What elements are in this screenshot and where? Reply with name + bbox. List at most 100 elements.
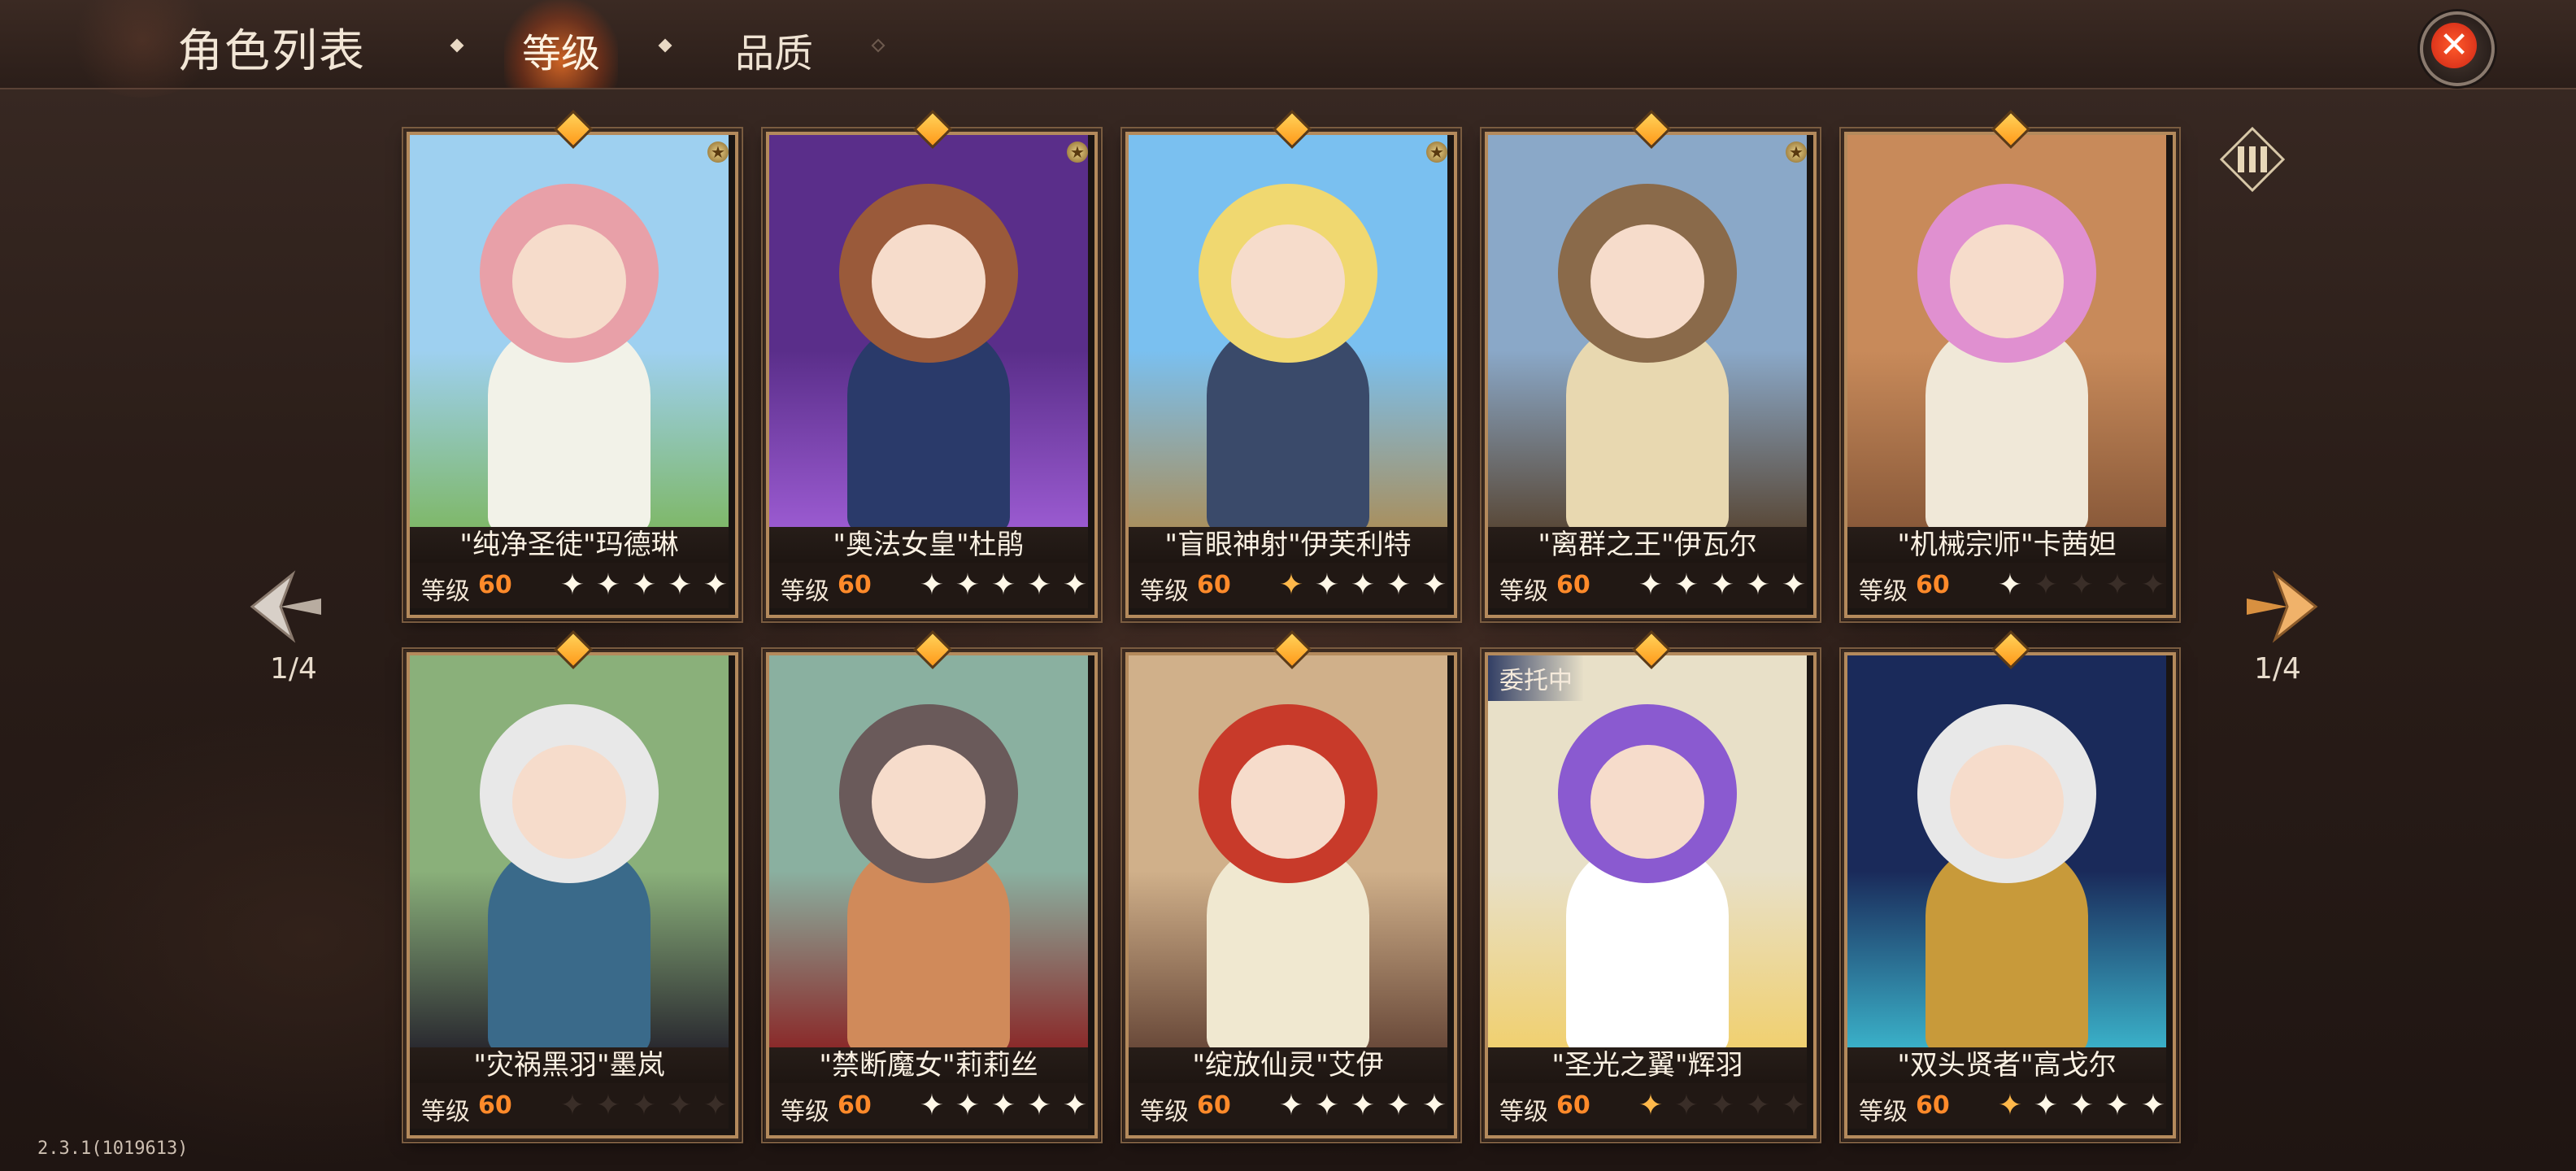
star-icon: ✦	[2140, 568, 2166, 602]
level-info-bar: 等级 60 ✦ ✦ ✦ ✦ ✦	[1129, 563, 1447, 608]
star-icon: ✦	[2140, 1089, 2166, 1122]
favorite-star-icon: ★	[1426, 141, 1447, 163]
character-face	[1231, 745, 1345, 859]
level-info-bar: 等级 60 ✦ ✦ ✦ ✦ ✦	[410, 563, 729, 608]
star-icon: ✦	[990, 1089, 1016, 1122]
prev-page-arrow-icon[interactable]	[244, 566, 325, 647]
character-card[interactable]: "绽放仙灵"艾伊 等级 60 ✦ ✦ ✦ ✦ ✦	[1120, 629, 1462, 1143]
page-indicator-right: 1/4	[2254, 652, 2301, 686]
star-icon: ✦	[631, 1089, 657, 1122]
star-icon: ✦	[1278, 568, 1304, 602]
star-icon: ✦	[631, 568, 657, 602]
level-info-bar: 等级 60 ✦ ✦ ✦ ✦ ✦	[410, 1083, 729, 1129]
level-value: 60	[1916, 1091, 1950, 1120]
star-icon: ✦	[919, 568, 945, 602]
star-icon: ✦	[1781, 568, 1807, 602]
star-icon: ✦	[1350, 568, 1376, 602]
star-icon: ✦	[1314, 1089, 1340, 1122]
star-rating: ✦ ✦ ✦ ✦ ✦	[1636, 569, 1808, 602]
star-icon: ✦	[1709, 568, 1735, 602]
star-icon: ✦	[1673, 1089, 1699, 1122]
character-card[interactable]: ★ "离群之王"伊瓦尔 等级 60 ✦ ✦ ✦ ✦ ✦	[1480, 109, 1821, 623]
character-name: "圣光之翼"辉羽	[1488, 1047, 1807, 1083]
star-rating: ✦ ✦ ✦ ✦ ✦	[558, 569, 730, 602]
tab-separator-icon	[658, 38, 672, 53]
character-face	[872, 745, 986, 859]
character-portrait	[1488, 135, 1807, 527]
star-icon: ✦	[703, 568, 729, 602]
star-icon: ✦	[1997, 1089, 2023, 1122]
level-label: 等级	[421, 1098, 470, 1126]
star-icon: ✦	[990, 568, 1016, 602]
star-rating: ✦ ✦ ✦ ✦ ✦	[1995, 1090, 2168, 1122]
star-rating: ✦ ✦ ✦ ✦ ✦	[917, 1090, 1090, 1122]
character-portrait	[769, 135, 1088, 527]
character-face	[1590, 745, 1704, 859]
star-icon: ✦	[595, 568, 621, 602]
character-card[interactable]: ★ "奥法女皇"杜鹃 等级 60 ✦ ✦ ✦ ✦ ✦	[761, 109, 1103, 623]
character-portrait	[1129, 135, 1447, 527]
character-name: "禁断魔女"莉莉丝	[769, 1047, 1088, 1083]
star-icon: ✦	[1314, 568, 1340, 602]
filter-menu-icon[interactable]	[2220, 127, 2285, 192]
level-label: 等级	[1499, 1098, 1548, 1126]
level-label: 等级	[1140, 1098, 1189, 1126]
character-card[interactable]: ★ "盲眼神射"伊芙利特 等级 60 ✦ ✦ ✦ ✦ ✦	[1120, 109, 1462, 623]
next-page-arrow-icon[interactable]	[2243, 566, 2324, 647]
level-info-bar: 等级 60 ✦ ✦ ✦ ✦ ✦	[1847, 563, 2166, 608]
character-card[interactable]: "机械宗师"卡茜妲 等级 60 ✦ ✦ ✦ ✦ ✦	[1839, 109, 2181, 623]
level-label: 等级	[1140, 577, 1189, 606]
tab-level[interactable]: 等级	[522, 21, 600, 78]
level-value: 60	[1556, 1091, 1590, 1120]
character-face	[872, 224, 986, 338]
character-face	[512, 745, 626, 859]
star-icon: ✦	[2069, 568, 2095, 602]
star-icon: ✦	[2069, 1089, 2095, 1122]
tab-quality[interactable]: 品质	[735, 21, 813, 78]
character-portrait	[769, 655, 1088, 1047]
version-label: 2.3.1(1019613)	[37, 1138, 189, 1159]
star-icon: ✦	[1350, 1089, 1376, 1122]
character-name: "奥法女皇"杜鹃	[769, 527, 1088, 563]
star-rating: ✦ ✦ ✦ ✦ ✦	[1277, 1090, 1449, 1122]
level-label: 等级	[1859, 577, 1908, 606]
star-icon: ✦	[1745, 1089, 1771, 1122]
star-icon: ✦	[1638, 1089, 1664, 1122]
star-icon: ✦	[703, 1089, 729, 1122]
star-icon: ✦	[1638, 568, 1664, 602]
character-card[interactable]: ★ "纯净圣徒"玛德琳 等级 60 ✦ ✦ ✦ ✦ ✦	[402, 109, 743, 623]
character-face	[1231, 224, 1345, 338]
level-value: 60	[1197, 1091, 1231, 1120]
tab-separator-icon	[450, 38, 464, 53]
star-icon: ✦	[1709, 1089, 1735, 1122]
character-portrait	[1847, 655, 2166, 1047]
star-icon: ✦	[919, 1089, 945, 1122]
star-icon: ✦	[667, 568, 693, 602]
character-name: "纯净圣徒"玛德琳	[410, 527, 729, 563]
level-label: 等级	[781, 1098, 829, 1126]
level-value: 60	[838, 571, 872, 599]
character-card[interactable]: 委托中 "圣光之翼"辉羽 等级 60 ✦ ✦ ✦ ✦ ✦	[1480, 629, 1821, 1143]
star-rating: ✦ ✦ ✦ ✦ ✦	[1995, 569, 2168, 602]
star-icon: ✦	[1026, 568, 1052, 602]
star-icon: ✦	[1386, 568, 1412, 602]
character-name: "机械宗师"卡茜妲	[1847, 527, 2166, 563]
character-card[interactable]: "灾祸黑羽"墨岚 等级 60 ✦ ✦ ✦ ✦ ✦	[402, 629, 743, 1143]
star-icon: ✦	[1278, 1089, 1304, 1122]
character-portrait	[410, 135, 729, 527]
level-label: 等级	[781, 577, 829, 606]
character-card[interactable]: "双头贤者"高戈尔 等级 60 ✦ ✦ ✦ ✦ ✦	[1839, 629, 2181, 1143]
character-name: "绽放仙灵"艾伊	[1129, 1047, 1447, 1083]
star-icon: ✦	[559, 568, 585, 602]
star-rating: ✦ ✦ ✦ ✦ ✦	[558, 1090, 730, 1122]
character-portrait	[1847, 135, 2166, 527]
favorite-star-icon: ★	[1786, 141, 1807, 163]
star-icon: ✦	[559, 1089, 585, 1122]
character-name: "灾祸黑羽"墨岚	[410, 1047, 729, 1083]
character-list-screen: 角色列表 等级 品质 ✕ 1/4 1/4 2.3.1(1019613) ★ "纯净…	[0, 0, 2576, 1171]
top-bar: 角色列表 等级 品质 ✕	[0, 0, 2576, 98]
character-card[interactable]: "禁断魔女"莉莉丝 等级 60 ✦ ✦ ✦ ✦ ✦	[761, 629, 1103, 1143]
character-name: "离群之王"伊瓦尔	[1488, 527, 1807, 563]
close-button[interactable]: ✕	[2420, 11, 2495, 86]
level-value: 60	[1197, 571, 1231, 599]
